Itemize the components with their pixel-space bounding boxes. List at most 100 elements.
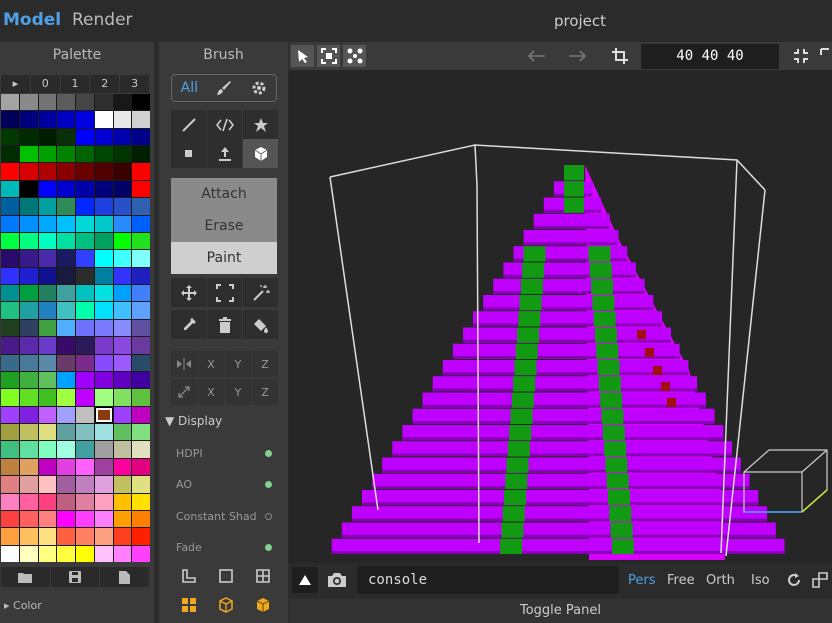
axis-z[interactable]: Z (252, 379, 278, 405)
color-swatch[interactable] (19, 111, 38, 128)
color-swatch[interactable] (57, 337, 75, 354)
color-swatch[interactable] (38, 406, 57, 424)
color-swatch[interactable] (57, 111, 75, 128)
color-swatch[interactable] (57, 510, 75, 528)
color-swatch[interactable] (113, 528, 132, 545)
color-swatch[interactable] (113, 354, 132, 371)
color-swatch[interactable] (132, 545, 150, 562)
constant-shade-toggle[interactable] (265, 513, 272, 520)
voxel-single-icon[interactable] (171, 139, 206, 168)
color-swatch[interactable] (94, 180, 113, 198)
display-option-constant-shade[interactable]: Constant Shad (176, 510, 276, 523)
color-swatch[interactable] (113, 111, 132, 128)
color-swatch[interactable] (94, 510, 113, 528)
color-swatch[interactable] (94, 424, 113, 441)
color-swatch[interactable] (19, 267, 38, 285)
view-mode-pers[interactable]: Pers (628, 573, 656, 588)
color-swatch[interactable] (38, 337, 57, 354)
color-swatch[interactable] (38, 389, 57, 406)
color-swatch[interactable] (57, 267, 75, 285)
color-swatch[interactable] (94, 319, 113, 337)
display-option-ao[interactable]: AO (176, 478, 276, 491)
console-input[interactable]: console (357, 566, 619, 594)
color-swatch[interactable] (38, 319, 57, 337)
color-swatch[interactable] (57, 250, 75, 267)
color-swatch[interactable] (76, 545, 94, 562)
camera-icon[interactable] (325, 568, 349, 592)
color-swatch[interactable] (113, 250, 132, 267)
paint-button[interactable]: Paint (171, 242, 277, 274)
color-swatch[interactable] (76, 163, 94, 180)
attach-button[interactable]: Attach (171, 178, 277, 210)
color-swatch[interactable] (76, 354, 94, 371)
color-swatch[interactable] (94, 111, 113, 128)
color-swatch[interactable] (94, 441, 113, 458)
color-swatch[interactable] (19, 180, 38, 198)
eyedropper-icon[interactable] (171, 310, 206, 339)
color-swatch[interactable] (76, 389, 94, 406)
color-swatch[interactable] (1, 215, 19, 232)
color-swatch[interactable] (132, 215, 150, 232)
mirror-x[interactable]: X (198, 351, 224, 377)
color-swatch[interactable] (38, 215, 57, 232)
color-swatch[interactable] (132, 389, 150, 406)
color-swatch[interactable] (132, 406, 150, 424)
color-swatch-selected[interactable] (94, 406, 113, 424)
color-swatch[interactable] (57, 232, 75, 250)
color-swatch[interactable] (94, 285, 113, 302)
color-swatch[interactable] (38, 146, 57, 163)
color-swatch[interactable] (94, 128, 113, 146)
toggle-panel-button[interactable]: Toggle Panel (289, 599, 832, 623)
color-swatch[interactable] (38, 441, 57, 458)
cube-icon[interactable] (243, 139, 278, 168)
palette-tab-1[interactable]: 1 (60, 75, 90, 93)
color-swatch[interactable] (76, 528, 94, 545)
color-swatch[interactable] (19, 493, 38, 510)
color-swatch[interactable] (76, 232, 94, 250)
color-swatch[interactable] (94, 493, 113, 510)
color-swatch[interactable] (38, 493, 57, 510)
color-swatch[interactable] (76, 371, 94, 389)
collapse-icon[interactable] (789, 45, 812, 67)
color-swatch[interactable] (19, 337, 38, 354)
color-swatch[interactable] (132, 476, 150, 493)
color-swatch[interactable] (94, 545, 113, 562)
color-swatch[interactable] (94, 232, 113, 250)
color-swatch[interactable] (57, 146, 75, 163)
color-swatch[interactable] (1, 267, 19, 285)
color-swatch[interactable] (1, 94, 19, 111)
color-swatch[interactable] (1, 337, 19, 354)
color-swatch[interactable] (1, 476, 19, 493)
fill-bucket-icon[interactable] (243, 310, 278, 339)
color-swatch[interactable] (57, 319, 75, 337)
color-swatch[interactable] (1, 232, 19, 250)
color-swatch[interactable] (76, 267, 94, 285)
color-swatch[interactable] (94, 302, 113, 319)
mirror-z[interactable]: Z (252, 351, 278, 377)
color-swatch[interactable] (57, 198, 75, 215)
color-swatch[interactable] (57, 285, 75, 302)
color-swatch[interactable] (76, 198, 94, 215)
color-swatch[interactable] (113, 510, 132, 528)
open-folder-icon[interactable] (1, 567, 50, 587)
color-swatch[interactable] (1, 163, 19, 180)
focus-frame-icon[interactable] (317, 45, 340, 67)
color-swatch[interactable] (1, 545, 19, 562)
color-swatch[interactable] (57, 545, 75, 562)
trash-icon[interactable] (207, 310, 242, 339)
color-swatch[interactable] (113, 406, 132, 424)
color-swatch[interactable] (19, 94, 38, 111)
color-swatch[interactable] (76, 111, 94, 128)
color-swatch[interactable] (19, 545, 38, 562)
color-swatch[interactable] (57, 128, 75, 146)
color-swatch[interactable] (19, 163, 38, 180)
save-icon[interactable] (50, 567, 100, 587)
color-swatch[interactable] (113, 389, 132, 406)
color-swatch[interactable] (94, 354, 113, 371)
axis-y[interactable]: Y (225, 379, 251, 405)
color-swatch[interactable] (76, 128, 94, 146)
color-swatch[interactable] (94, 163, 113, 180)
color-swatch[interactable] (76, 180, 94, 198)
color-swatch[interactable] (113, 163, 132, 180)
color-swatch[interactable] (132, 180, 150, 198)
